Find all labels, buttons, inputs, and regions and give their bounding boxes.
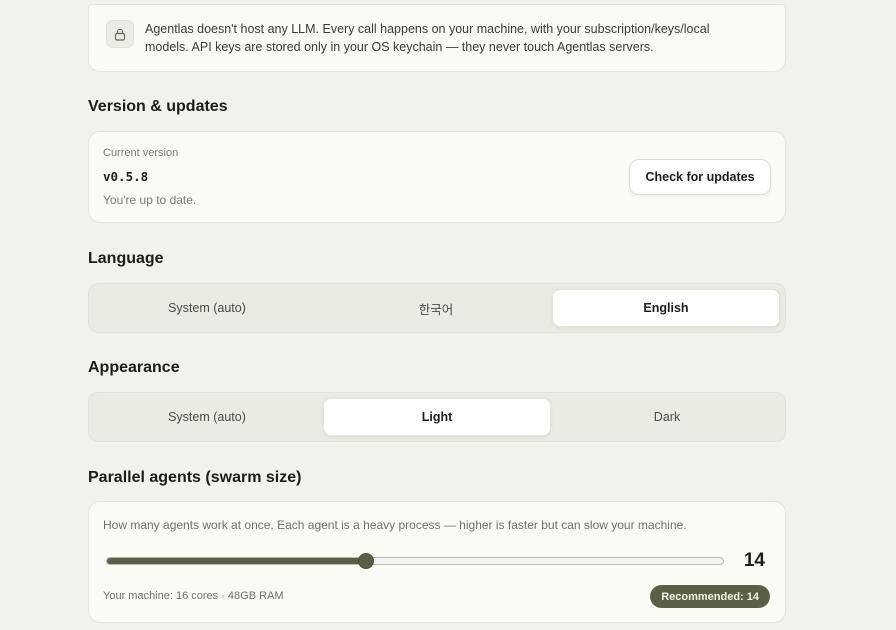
slider-thumb[interactable] (357, 553, 374, 569)
appearance-option-light[interactable]: Light (323, 398, 551, 436)
swarm-size-card: How many agents work at once. Each agent… (88, 501, 786, 623)
privacy-notice-text: Agentlas doesn't host any LLM. Every cal… (145, 22, 710, 54)
appearance-option-dark[interactable]: Dark (554, 398, 780, 436)
swarm-description: How many agents work at once. Each agent… (103, 518, 687, 532)
language-option-system[interactable]: System (auto) (94, 289, 320, 327)
machine-info: Your machine: 16 cores · 48GB RAM (103, 590, 284, 602)
update-status-text: You're up to date. (103, 193, 197, 207)
lock-icon (106, 20, 134, 48)
recommended-badge: Recommended: 14 (650, 585, 770, 608)
section-title-appearance: Appearance (88, 359, 180, 376)
version-card: Current version v0.5.8 You're up to date… (88, 131, 786, 223)
appearance-selector: System (auto) Light Dark (88, 392, 786, 442)
slider-fill (107, 558, 366, 564)
language-option-korean[interactable]: 한국어 (323, 289, 549, 327)
check-for-updates-button[interactable]: Check for updates (629, 159, 771, 195)
swarm-size-value: 14 (743, 550, 765, 571)
appearance-option-system[interactable]: System (auto) (94, 398, 320, 436)
language-option-english[interactable]: English (552, 289, 780, 327)
language-selector: System (auto) 한국어 English (88, 283, 786, 333)
section-title-version: Version & updates (88, 98, 228, 115)
swarm-size-slider[interactable] (106, 553, 724, 569)
section-title-language: Language (88, 250, 164, 267)
current-version-label: Current version (103, 147, 179, 159)
current-version-value: v0.5.8 (103, 169, 149, 184)
section-title-swarm: Parallel agents (swarm size) (88, 469, 302, 486)
privacy-notice-card: Agentlas doesn't host any LLM. Every cal… (88, 4, 786, 72)
